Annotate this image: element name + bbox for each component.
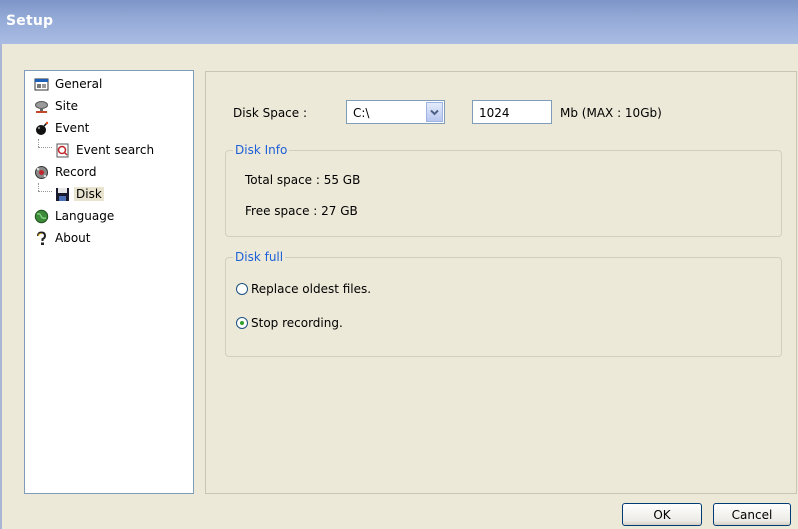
tree-item-disk[interactable]: Disk: [55, 185, 104, 203]
settings-tree[interactable]: General Site Event Event search Record D…: [24, 70, 194, 494]
tree-item-label: Record: [55, 165, 97, 179]
tree-item-language[interactable]: Language: [34, 207, 116, 225]
free-space-text: Free space : 27 GB: [245, 204, 358, 218]
tree-connector: [38, 147, 52, 148]
tree-item-label: Event: [55, 121, 90, 135]
replace-oldest-radio[interactable]: Replace oldest files.: [236, 282, 371, 296]
tree-item-general[interactable]: General: [34, 75, 104, 93]
disk-space-label: Disk Space :: [233, 106, 308, 120]
chevron-down-icon[interactable]: [426, 102, 443, 122]
tree-item-site[interactable]: Site: [34, 97, 80, 115]
disk-full-legend: Disk full: [233, 250, 286, 264]
cancel-button[interactable]: Cancel: [713, 503, 791, 526]
stop-recording-radio[interactable]: Stop recording.: [236, 316, 343, 330]
radio-button[interactable]: [236, 283, 248, 295]
tree-item-event-search[interactable]: Event search: [55, 141, 156, 159]
radio-button[interactable]: [236, 317, 248, 329]
title-bar[interactable]: Setup: [0, 0, 798, 44]
tree-item-label: Disk: [74, 187, 104, 201]
radio-label: Stop recording.: [251, 316, 343, 330]
disk-size-input[interactable]: 1024: [472, 100, 552, 124]
general-icon: [34, 78, 49, 90]
language-icon: [34, 209, 49, 223]
event-search-icon: [56, 143, 69, 157]
drive-select[interactable]: C:\: [346, 100, 445, 124]
radio-label: Replace oldest files.: [251, 282, 372, 296]
disk-info-legend: Disk Info: [233, 143, 290, 157]
tree-item-label: About: [55, 231, 91, 245]
tree-connector: [38, 191, 52, 192]
tree-item-event[interactable]: Event: [34, 119, 91, 137]
disk-info-group: [225, 150, 782, 237]
disk-size-unit: Mb (MAX : 10Gb): [560, 106, 662, 120]
tree-item-label: Event search: [76, 143, 155, 157]
tree-item-record[interactable]: Record: [34, 163, 98, 181]
window-title: Setup: [6, 13, 54, 29]
tree-connector: [38, 183, 39, 191]
ok-button[interactable]: OK: [622, 503, 702, 526]
total-space-text: Total space : 55 GB: [245, 173, 361, 187]
site-icon: [35, 100, 48, 113]
tree-item-label: General: [55, 77, 103, 91]
tree-item-about[interactable]: About: [34, 229, 92, 247]
drive-select-value: C:\: [353, 106, 370, 120]
tree-item-label: Site: [55, 99, 79, 113]
tree-item-label: Language: [55, 209, 115, 223]
disk-icon: [56, 187, 69, 201]
disk-full-group: [225, 257, 782, 357]
window-border: [0, 44, 2, 529]
event-icon: [36, 121, 49, 135]
tree-connector: [38, 139, 39, 147]
about-icon: [37, 230, 47, 245]
record-icon: [35, 165, 48, 179]
